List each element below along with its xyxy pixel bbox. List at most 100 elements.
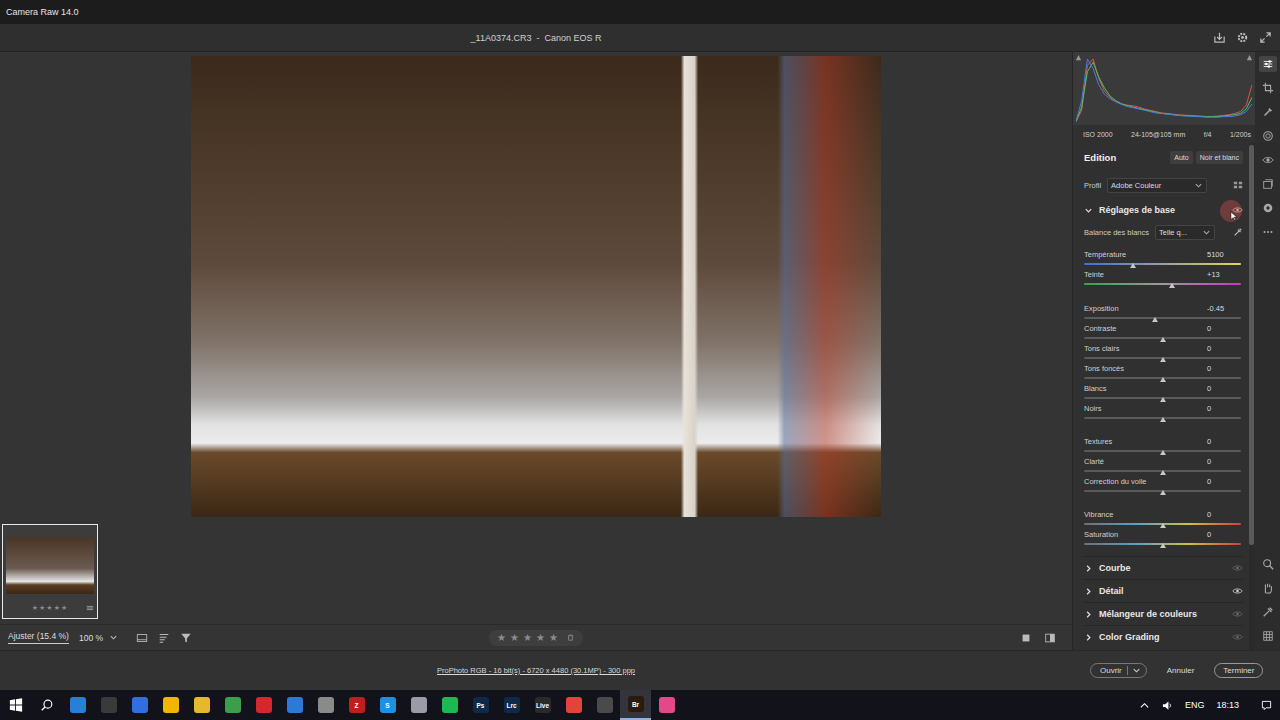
slider-value[interactable]: 5100 [1207, 250, 1243, 259]
rating-star[interactable]: ★ [536, 632, 545, 644]
edit-button[interactable]: Auto [1170, 151, 1192, 164]
slider-thumb[interactable] [1160, 450, 1166, 455]
taskbar-app[interactable]: Br [620, 690, 651, 720]
slider-thumb[interactable] [1160, 470, 1166, 475]
gear-icon[interactable] [1236, 31, 1249, 44]
taskbar-app[interactable] [217, 690, 248, 720]
tool-button[interactable] [1259, 152, 1277, 168]
taskbar-app[interactable]: S [372, 690, 403, 720]
tool-button[interactable] [1259, 200, 1277, 216]
taskbar-app[interactable] [651, 690, 682, 720]
open-button[interactable]: Ouvrir [1090, 663, 1147, 678]
slider[interactable] [1084, 393, 1241, 403]
slider-thumb[interactable] [1160, 417, 1166, 422]
slider-value[interactable]: 0 [1207, 510, 1243, 519]
slider-thumb[interactable] [1160, 523, 1166, 528]
tool-button[interactable] [1259, 56, 1277, 72]
slider-value[interactable]: 0 [1207, 384, 1243, 393]
caret-icon[interactable] [1132, 666, 1141, 675]
slider-value[interactable]: 0 [1207, 324, 1243, 333]
done-button[interactable]: Terminer [1214, 663, 1263, 678]
slider-value[interactable]: 0 [1207, 437, 1243, 446]
taskbar-app[interactable] [434, 690, 465, 720]
white-balance-dropdown[interactable]: Telle q... [1155, 225, 1215, 240]
slider-value[interactable]: 0 [1207, 364, 1243, 373]
rating-star[interactable]: ★ [523, 632, 532, 644]
rating-star[interactable]: ★ [510, 632, 519, 644]
fit-zoom-button[interactable]: Ajuster (15.4 %) [8, 631, 69, 644]
taskbar-app[interactable]: Lrc [496, 690, 527, 720]
taskbar-app[interactable] [155, 690, 186, 720]
sort-icon[interactable] [158, 632, 170, 644]
eye-icon[interactable] [1232, 587, 1243, 595]
taskbar-app[interactable] [93, 690, 124, 720]
tool-button[interactable] [1259, 104, 1277, 120]
taskbar-app[interactable] [310, 690, 341, 720]
panel-section[interactable]: Détail [1084, 579, 1243, 602]
start-button[interactable] [0, 690, 31, 720]
tool-button[interactable] [1259, 80, 1277, 96]
taskbar-app[interactable] [248, 690, 279, 720]
slider-value[interactable]: +13 [1207, 270, 1243, 279]
slider-value[interactable]: -0.45 [1207, 304, 1243, 313]
compare-view-icon[interactable] [1044, 632, 1056, 644]
edit-button[interactable]: Noir et blanc [1196, 151, 1243, 164]
slider[interactable] [1084, 373, 1241, 383]
trash-icon[interactable] [566, 633, 575, 642]
rating-control[interactable]: ★★★★★ [489, 630, 583, 646]
slider-thumb[interactable] [1130, 263, 1136, 268]
tool-button[interactable] [1259, 224, 1277, 240]
rating-star[interactable]: ★ [549, 632, 558, 644]
tool-button[interactable] [1259, 628, 1277, 644]
slider-thumb[interactable] [1152, 317, 1158, 322]
scrollbar-thumb[interactable] [1249, 145, 1254, 545]
highlight-clipping-icon[interactable] [1246, 54, 1253, 61]
slider-thumb[interactable] [1160, 337, 1166, 342]
slider[interactable] [1084, 466, 1241, 476]
taskbar-app[interactable] [186, 690, 217, 720]
profile-dropdown[interactable]: Adobe Couleur [1107, 178, 1207, 193]
search-button[interactable] [31, 690, 62, 720]
tool-button[interactable] [1259, 128, 1277, 144]
eye-icon[interactable] [1232, 610, 1243, 618]
slider-thumb[interactable] [1160, 543, 1166, 548]
fullscreen-icon[interactable] [1259, 31, 1272, 44]
slider[interactable] [1084, 413, 1241, 423]
tool-button[interactable] [1259, 604, 1277, 620]
slider-value[interactable]: 0 [1207, 404, 1243, 413]
tool-button[interactable] [1259, 556, 1277, 572]
taskbar-app[interactable] [279, 690, 310, 720]
slider[interactable] [1084, 279, 1241, 289]
slider-thumb[interactable] [1169, 283, 1175, 288]
slider[interactable] [1084, 539, 1241, 549]
slider[interactable] [1084, 519, 1241, 529]
slider[interactable] [1084, 353, 1241, 363]
taskbar-app[interactable] [558, 690, 589, 720]
taskbar-app[interactable] [589, 690, 620, 720]
clock[interactable]: 18:13 [1216, 700, 1239, 710]
slider[interactable] [1084, 259, 1241, 269]
filmstrip-thumbnail[interactable]: ★★★★★ [2, 524, 98, 619]
workflow-options-link[interactable]: ProPhoto RGB - 16 bit(s) - 6720 x 4480 (… [437, 666, 635, 675]
taskbar-app[interactable] [62, 690, 93, 720]
volume-icon[interactable] [1162, 700, 1173, 711]
cancel-button[interactable]: Annuler [1161, 664, 1201, 677]
tool-button[interactable] [1259, 176, 1277, 192]
slider[interactable] [1084, 486, 1241, 496]
slider[interactable] [1084, 333, 1241, 343]
slider-value[interactable]: 0 [1207, 477, 1243, 486]
eyedropper-icon[interactable] [1233, 227, 1243, 237]
taskbar-app[interactable]: Ps [465, 690, 496, 720]
profile-browser-icon[interactable] [1233, 180, 1243, 190]
shadow-clipping-icon[interactable] [1075, 54, 1082, 61]
eye-icon[interactable] [1232, 633, 1243, 641]
thumbnail-rating[interactable]: ★★★★★ [32, 604, 68, 612]
single-view-icon[interactable] [1020, 632, 1032, 644]
slider-thumb[interactable] [1160, 377, 1166, 382]
slider-value[interactable]: 0 [1207, 457, 1243, 466]
taskbar-app[interactable]: Z [341, 690, 372, 720]
slider[interactable] [1084, 313, 1241, 323]
save-icon[interactable] [1213, 31, 1226, 44]
zoom-dropdown[interactable]: 100 % [79, 633, 118, 643]
eye-icon[interactable] [1232, 564, 1243, 572]
